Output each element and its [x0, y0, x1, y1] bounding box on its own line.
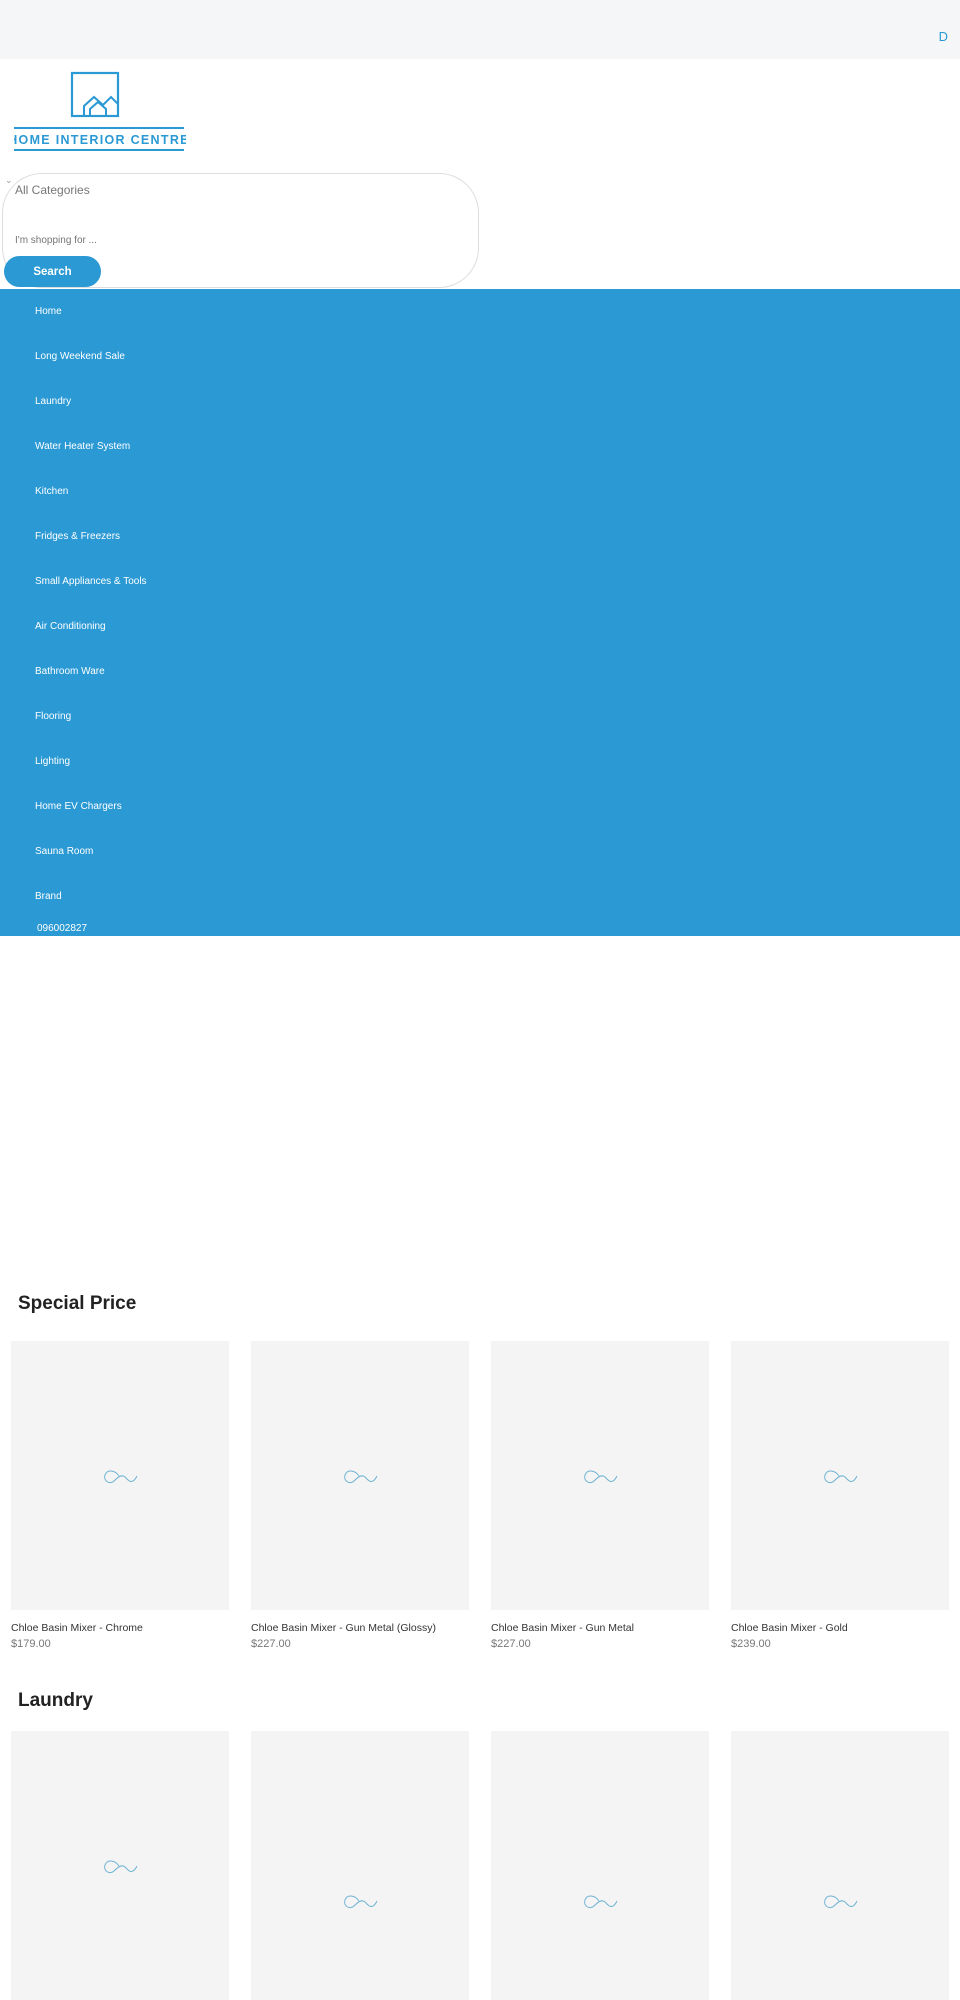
product-name[interactable]: Chloe Basin Mixer - Gun Metal [491, 1622, 709, 1634]
svg-text:HOME INTERIOR CENTRE: HOME INTERIOR CENTRE [14, 133, 186, 147]
phone-number[interactable]: 096002827 [37, 923, 87, 934]
search-input[interactable] [15, 235, 315, 246]
product-card[interactable] [731, 1731, 949, 2000]
search-button[interactable]: Search [4, 256, 101, 287]
section-title-special-price: Special Price [18, 1293, 137, 1314]
product-image[interactable] [251, 1731, 469, 2000]
product-image[interactable] [11, 1731, 229, 2000]
product-price: $179.00 [11, 1638, 51, 1650]
product-price: $239.00 [731, 1638, 771, 1650]
product-name[interactable]: Chloe Basin Mixer - Gun Metal (Glossy) [251, 1622, 469, 1634]
nav-item-water-heater[interactable]: Water Heater System [35, 441, 130, 452]
nav-item-fridges[interactable]: Fridges & Freezers [35, 531, 120, 542]
nav-item-home[interactable]: Home [35, 306, 62, 317]
product-image[interactable] [491, 1341, 709, 1610]
product-image[interactable] [491, 1731, 709, 2000]
category-select[interactable]: All Categories [15, 183, 90, 197]
product-card[interactable]: Chloe Basin Mixer - Gun Metal (Glossy) $2… [251, 1341, 469, 1650]
nav-item-brand[interactable]: Brand [35, 891, 62, 902]
product-price: $227.00 [251, 1638, 291, 1650]
product-card[interactable]: Chloe Basin Mixer - Gold $239.00 [731, 1341, 949, 1650]
product-card[interactable] [251, 1731, 469, 2000]
product-card[interactable] [11, 1731, 229, 2000]
product-card[interactable] [491, 1731, 709, 2000]
product-image[interactable] [251, 1341, 469, 1610]
product-name[interactable]: Chloe Basin Mixer - Gold [731, 1622, 949, 1634]
nav-item-ev-chargers[interactable]: Home EV Chargers [35, 801, 122, 812]
product-image[interactable] [11, 1341, 229, 1610]
product-image[interactable] [731, 1341, 949, 1610]
nav-item-lighting[interactable]: Lighting [35, 756, 70, 767]
nav-item-small-appliances[interactable]: Small Appliances & Tools [35, 576, 147, 587]
nav-item-sauna-room[interactable]: Sauna Room [35, 846, 93, 857]
section-title-laundry: Laundry [18, 1690, 93, 1711]
product-price: $227.00 [491, 1638, 531, 1650]
main-nav: Home Long Weekend Sale Laundry Water Hea… [0, 289, 960, 936]
product-card[interactable]: Chloe Basin Mixer - Chrome $179.00 [11, 1341, 229, 1650]
top-bar-link[interactable]: D [939, 29, 948, 44]
product-image[interactable] [731, 1731, 949, 2000]
top-bar: D [0, 0, 960, 59]
logo[interactable]: HOME INTERIOR CENTRE [8, 70, 188, 154]
nav-item-bathroom-ware[interactable]: Bathroom Ware [35, 666, 105, 677]
nav-item-air-conditioning[interactable]: Air Conditioning [35, 621, 106, 632]
nav-item-laundry[interactable]: Laundry [35, 396, 71, 407]
nav-item-flooring[interactable]: Flooring [35, 711, 71, 722]
nav-item-long-weekend-sale[interactable]: Long Weekend Sale [35, 351, 125, 362]
chevron-down-icon[interactable]: ⌄ [5, 175, 13, 186]
product-card[interactable]: Chloe Basin Mixer - Gun Metal $227.00 [491, 1341, 709, 1650]
product-name[interactable]: Chloe Basin Mixer - Chrome [11, 1622, 229, 1634]
nav-item-kitchen[interactable]: Kitchen [35, 486, 68, 497]
